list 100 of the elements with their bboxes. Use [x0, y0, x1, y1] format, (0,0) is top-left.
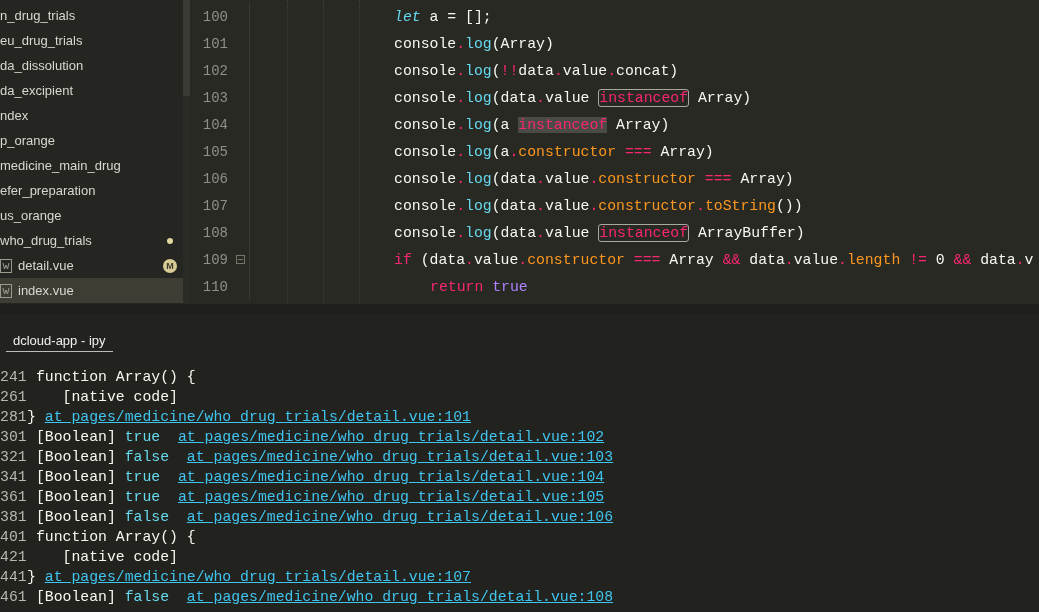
log-timestamp: 281	[0, 409, 27, 425]
code-text: (Array)	[491, 35, 554, 52]
line-number: 104	[201, 116, 228, 133]
horizontal-scrollbar[interactable]	[0, 304, 1039, 314]
code-operator: !!	[500, 62, 519, 79]
modified-badge: M	[163, 258, 177, 273]
line-number: 102	[201, 62, 228, 79]
code-function: log	[465, 143, 492, 160]
line-number: 107	[201, 197, 228, 214]
log-timestamp: 381	[0, 509, 27, 525]
source-link[interactable]: at pages/medicine/who_drug_trials/detail.vue:106	[186, 509, 614, 525]
code-operator: .	[784, 251, 794, 268]
file-tree-item[interactable]: index.vue	[0, 278, 183, 303]
log-text: [Boolean]	[34, 469, 117, 485]
code-text: (a	[491, 143, 510, 160]
log-text: }	[27, 569, 37, 585]
selection-match: instanceof	[518, 116, 608, 133]
code-text: Array)	[615, 116, 670, 133]
code-operator: .	[838, 251, 847, 268]
source-link[interactable]: at pages/medicine/who_drug_trials/detail.vue:108	[186, 589, 614, 605]
code-operator: .	[536, 170, 545, 187]
code-operator: .	[456, 224, 466, 241]
log-value: true	[124, 489, 162, 505]
code-operator: .	[456, 62, 466, 79]
log-timestamp: 301	[0, 429, 27, 445]
code-text: (data	[491, 89, 537, 106]
code-text: 0	[934, 251, 946, 268]
file-tree-item[interactable]: da_excipient	[0, 78, 183, 103]
code-property: length	[847, 251, 901, 268]
code-text: console	[394, 116, 457, 133]
log-timestamp: 241	[0, 369, 27, 385]
file-tree-item[interactable]: efer_preparation	[0, 178, 183, 203]
code-text: (	[491, 62, 501, 79]
code-operator: .	[456, 170, 466, 187]
log-timestamp: 341	[0, 469, 27, 485]
line-number: 106	[201, 170, 228, 187]
code-operator: .	[607, 62, 617, 79]
log-text: }	[27, 409, 37, 425]
code-operator: .	[456, 89, 466, 106]
code-operator: ===	[703, 170, 732, 187]
code-text: console	[394, 35, 457, 52]
source-link[interactable]: at pages/medicine/who_drug_trials/detail.vue:103	[186, 449, 614, 465]
code-operator: .	[1015, 251, 1025, 268]
code-function: log	[465, 224, 492, 241]
code-operator: .	[536, 89, 545, 106]
console-tab[interactable]: dcloud-app - ipy	[6, 331, 113, 352]
code-operator: .	[589, 170, 599, 187]
source-link[interactable]: at pages/medicine/who_drug_trials/detail.vue:104	[177, 469, 605, 485]
source-link[interactable]: at pages/medicine/who_drug_trials/detail.vue:102	[177, 429, 605, 445]
code-keyword: if	[394, 251, 412, 268]
code-text: value	[793, 251, 839, 268]
log-text: [Boolean]	[34, 589, 117, 605]
log-value: true	[124, 429, 162, 445]
line-number: 103	[201, 89, 228, 106]
log-timestamp: 401	[0, 529, 27, 545]
code-constant: true	[491, 278, 528, 295]
code-operator: &&	[953, 251, 972, 268]
code-property: constructor	[598, 170, 696, 187]
log-value: false	[124, 509, 171, 525]
code-text: (data	[419, 251, 466, 268]
log-timestamp: 441	[0, 569, 27, 585]
code-function: log	[465, 35, 492, 52]
code-operator: ===	[632, 251, 661, 268]
file-tree-item[interactable]: eu_drug_trials	[0, 28, 183, 53]
code-text: a = [];	[428, 8, 492, 25]
source-link[interactable]: at pages/medicine/who_drug_trials/detail.vue:101	[44, 409, 471, 425]
line-number: 100	[201, 8, 228, 25]
file-tree-item[interactable]: who_drug_trials	[0, 228, 183, 253]
file-tree-item[interactable]: n_drug_trials	[0, 3, 183, 28]
code-text: data	[979, 251, 1016, 268]
file-tree-item[interactable]: ndex	[0, 103, 183, 128]
code-operator: .	[509, 143, 519, 160]
code-text: Array)	[739, 170, 794, 187]
log-text: function Array() {	[34, 369, 196, 385]
file-tree-item[interactable]: medicine_main_drug	[0, 153, 183, 178]
code-text: ArrayBuffer)	[696, 224, 805, 241]
line-number: 101	[201, 35, 228, 52]
source-link[interactable]: at pages/medicine/who_drug_trials/detail.vue:105	[177, 489, 605, 505]
code-operator: .	[589, 197, 599, 214]
log-value: true	[124, 469, 162, 485]
code-function: log	[465, 197, 492, 214]
code-text: (data	[491, 197, 537, 214]
file-tree-item[interactable]: p_orange	[0, 128, 183, 153]
log-text: [Boolean]	[34, 429, 117, 445]
log-text: [Boolean]	[34, 449, 117, 465]
file-tree-item[interactable]: detail.vue M	[0, 253, 183, 278]
code-text: console	[394, 89, 457, 106]
file-tree-item[interactable]: da_dissolution	[0, 53, 183, 78]
code-text: console	[394, 224, 457, 241]
fold-icon[interactable]	[235, 255, 245, 264]
code-text: value	[545, 89, 591, 106]
line-number: 110	[201, 278, 228, 295]
line-number: 105	[201, 143, 228, 160]
code-function: log	[465, 116, 492, 133]
file-tree-item[interactable]: us_orange	[0, 203, 183, 228]
code-text: v	[1024, 251, 1034, 268]
code-text: value	[562, 62, 608, 79]
source-link[interactable]: at pages/medicine/who_drug_trials/detail.vue:107	[44, 569, 471, 585]
log-timestamp: 461	[0, 589, 27, 605]
search-match: instanceof	[598, 223, 690, 242]
